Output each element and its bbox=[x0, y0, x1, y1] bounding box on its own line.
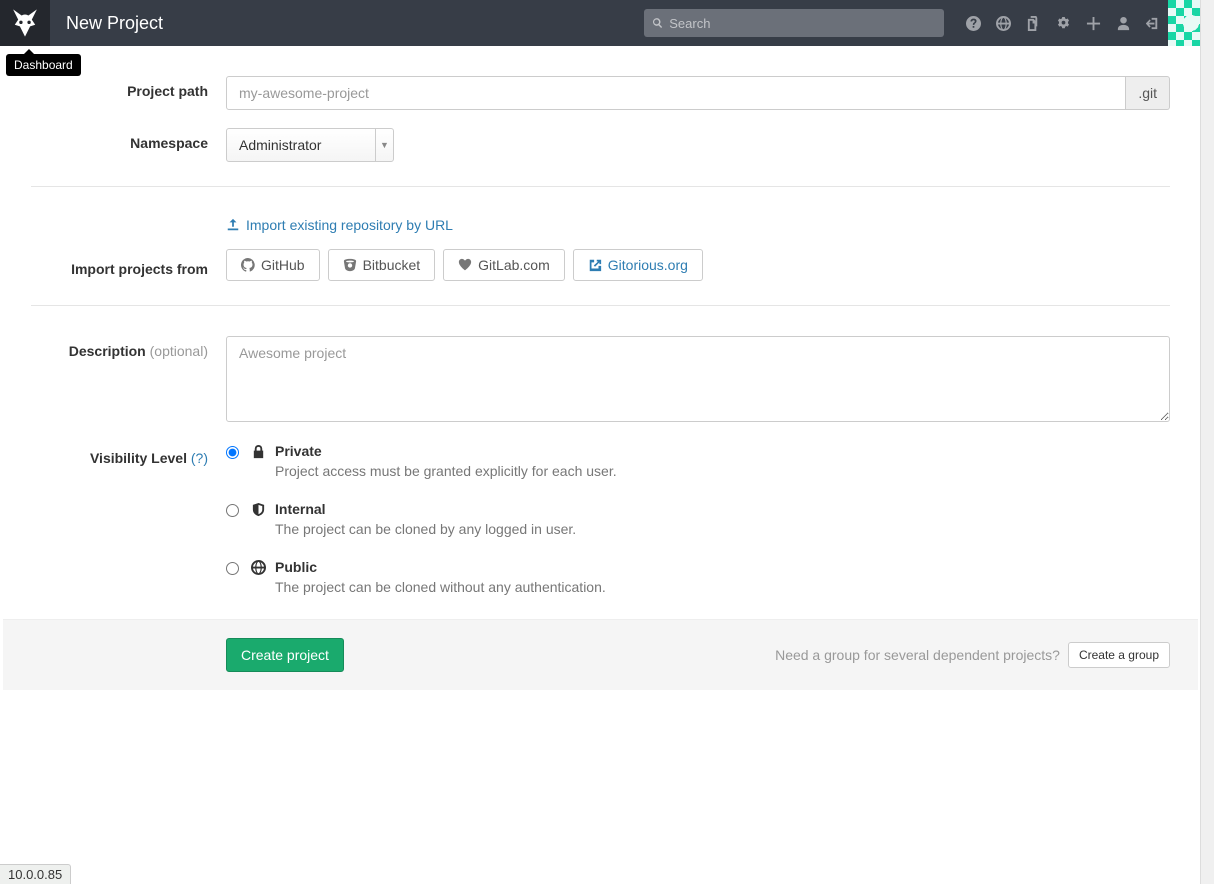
heart-icon bbox=[458, 258, 472, 272]
visibility-public-radio[interactable] bbox=[226, 562, 239, 575]
import-gitorious-button[interactable]: Gitorious.org bbox=[573, 249, 703, 281]
search-box[interactable] bbox=[644, 9, 944, 37]
visibility-public-desc: The project can be cloned without any au… bbox=[275, 579, 1170, 595]
plus-icon[interactable] bbox=[1078, 0, 1108, 46]
create-group-button[interactable]: Create a group bbox=[1068, 642, 1170, 668]
namespace-select[interactable]: Administrator ▼ bbox=[226, 128, 394, 162]
globe-icon[interactable] bbox=[988, 0, 1018, 46]
namespace-label: Namespace bbox=[31, 128, 226, 162]
gitorious-icon bbox=[588, 258, 602, 272]
nav-icons bbox=[958, 0, 1168, 46]
description-label: Description (optional) bbox=[31, 336, 226, 425]
fox-logo-icon bbox=[8, 6, 42, 40]
upload-icon bbox=[226, 218, 240, 232]
visibility-label: Visibility Level (?) bbox=[31, 443, 226, 595]
search-input[interactable] bbox=[669, 16, 936, 31]
user-icon[interactable] bbox=[1108, 0, 1138, 46]
gears-icon[interactable] bbox=[1048, 0, 1078, 46]
group-hint: Need a group for several dependent proje… bbox=[775, 647, 1060, 663]
globe-icon bbox=[249, 559, 267, 575]
namespace-value: Administrator bbox=[239, 137, 321, 153]
status-bar: 10.0.0.85 bbox=[0, 864, 71, 884]
project-path-label: Project path bbox=[31, 76, 226, 110]
dashboard-tooltip: Dashboard bbox=[6, 54, 81, 76]
vertical-scrollbar[interactable] bbox=[1200, 0, 1214, 884]
footer-bar: Create project Need a group for several … bbox=[3, 619, 1198, 690]
visibility-private-desc: Project access must be granted explicitl… bbox=[275, 463, 1170, 479]
help-icon[interactable] bbox=[958, 0, 988, 46]
visibility-private-title: Private bbox=[275, 443, 1170, 459]
chevron-down-icon: ▼ bbox=[375, 129, 393, 161]
signout-icon[interactable] bbox=[1138, 0, 1168, 46]
visibility-internal-title: Internal bbox=[275, 501, 1170, 517]
main-content: Project path .git Namespace Administrato… bbox=[3, 46, 1198, 690]
visibility-private-radio[interactable] bbox=[226, 446, 239, 459]
import-github-button[interactable]: GitHub bbox=[226, 249, 320, 281]
files-icon[interactable] bbox=[1018, 0, 1048, 46]
lock-icon bbox=[249, 443, 267, 459]
import-from-label: Import projects from bbox=[31, 217, 226, 281]
bitbucket-icon bbox=[343, 258, 357, 272]
search-icon bbox=[652, 17, 663, 29]
page-title: New Project bbox=[66, 13, 163, 34]
visibility-help-link[interactable]: (?) bbox=[191, 450, 208, 466]
import-gitlab-button[interactable]: GitLab.com bbox=[443, 249, 565, 281]
project-path-input[interactable] bbox=[226, 76, 1126, 110]
github-icon bbox=[241, 258, 255, 272]
visibility-internal-desc: The project can be cloned by any logged … bbox=[275, 521, 1170, 537]
shield-icon bbox=[249, 501, 267, 517]
top-nav: New Project bbox=[0, 0, 1214, 46]
import-bitbucket-button[interactable]: Bitbucket bbox=[328, 249, 436, 281]
create-project-button[interactable]: Create project bbox=[226, 638, 344, 672]
import-url-link[interactable]: Import existing repository by URL bbox=[226, 217, 1170, 233]
visibility-internal-radio[interactable] bbox=[226, 504, 239, 517]
logo[interactable] bbox=[0, 0, 50, 46]
visibility-public-title: Public bbox=[275, 559, 1170, 575]
git-suffix: .git bbox=[1126, 76, 1170, 110]
description-textarea[interactable] bbox=[226, 336, 1170, 422]
